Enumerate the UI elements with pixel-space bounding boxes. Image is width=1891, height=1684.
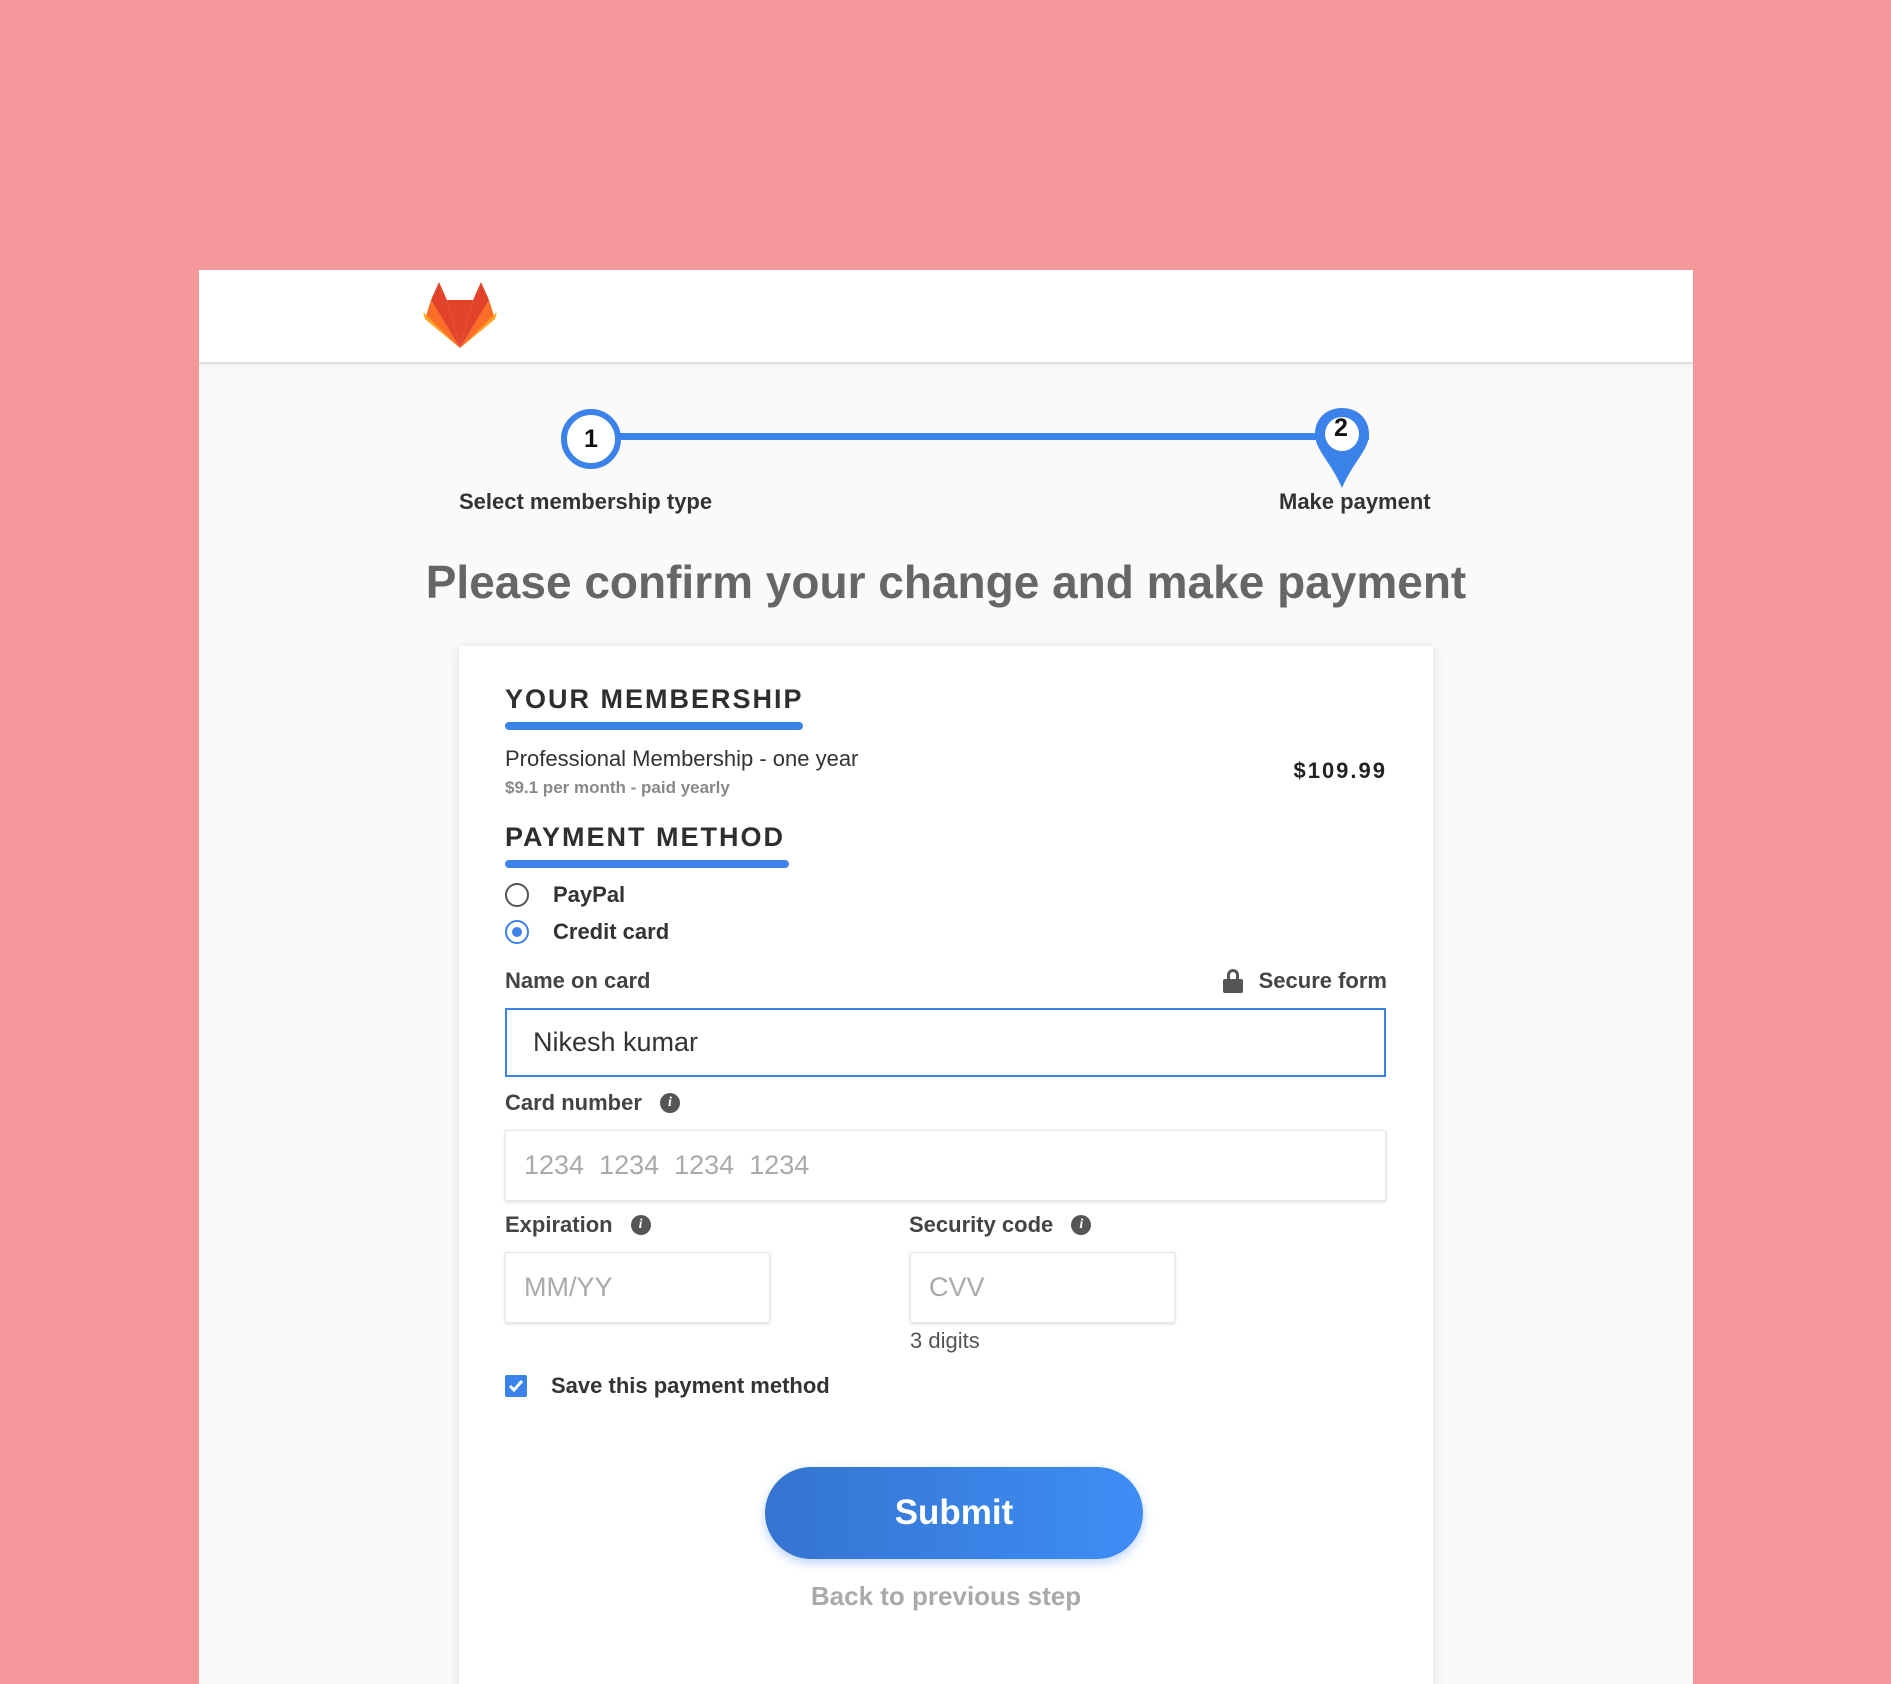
payment-method-heading: PAYMENT METHOD xyxy=(505,822,786,852)
save-payment-method-row[interactable]: Save this payment method xyxy=(505,1373,830,1399)
radio-selected-dot xyxy=(512,927,522,937)
step-1-label: Select membership type xyxy=(459,489,713,514)
expiration-label-text: Expiration xyxy=(505,1212,613,1237)
security-code-label: Security code i xyxy=(909,1212,1092,1238)
secure-form-label: Secure form xyxy=(1258,968,1387,993)
plan-detail: $9.1 per month - paid yearly xyxy=(505,778,730,797)
card-number-label-text: Card number xyxy=(505,1090,642,1115)
name-on-card-label-text: Name on card xyxy=(505,968,651,993)
name-on-card-label: Name on card xyxy=(505,968,651,994)
back-to-previous-step-link[interactable]: Back to previous step xyxy=(459,1581,1433,1612)
security-code-input[interactable] xyxy=(910,1252,1175,1323)
radio-paypal[interactable]: PayPal xyxy=(505,882,625,908)
security-code-hint: 3 digits xyxy=(910,1328,980,1353)
name-on-card-input[interactable] xyxy=(505,1008,1386,1077)
step-2-number: 2 xyxy=(1334,413,1348,442)
header-bar xyxy=(199,270,1693,364)
security-code-info-icon[interactable]: i xyxy=(1071,1215,1092,1235)
save-payment-label: Save this payment method xyxy=(551,1373,830,1398)
plan-name: Professional Membership - one year xyxy=(505,746,859,771)
radio-paypal-button[interactable] xyxy=(505,883,529,907)
radio-credit-card[interactable]: Credit card xyxy=(505,919,669,945)
expiration-input[interactable] xyxy=(505,1252,770,1323)
payment-method-heading-underline xyxy=(505,860,789,868)
gitlab-logo[interactable] xyxy=(423,282,497,348)
lock-icon xyxy=(1222,969,1243,993)
step-1-indicator[interactable]: 1 xyxy=(561,409,621,469)
card-number-info-icon[interactable]: i xyxy=(659,1093,680,1113)
expiration-label: Expiration i xyxy=(505,1212,651,1238)
page-title: Please confirm your change and make paym… xyxy=(425,556,1467,608)
radio-credit-card-button[interactable] xyxy=(505,920,529,944)
checkmark-icon xyxy=(508,1380,524,1393)
app-window: 1 2 Select membership type Make payment … xyxy=(199,270,1693,1684)
plan-price: $109.99 xyxy=(1293,758,1387,783)
expiration-info-icon[interactable]: i xyxy=(630,1215,651,1235)
membership-heading-underline xyxy=(505,722,803,730)
payment-card: YOUR MEMBERSHIP Professional Membership … xyxy=(459,646,1433,1684)
secure-form-indicator: Secure form xyxy=(1222,968,1387,994)
card-number-input[interactable] xyxy=(505,1130,1386,1201)
radio-paypal-label: PayPal xyxy=(553,882,626,907)
submit-button[interactable]: Submit xyxy=(765,1467,1143,1559)
card-number-label: Card number i xyxy=(505,1090,680,1116)
save-payment-checkbox[interactable] xyxy=(505,1375,527,1397)
membership-heading: YOUR MEMBERSHIP xyxy=(505,684,804,714)
step-2-label: Make payment xyxy=(1279,489,1431,514)
radio-credit-card-label: Credit card xyxy=(553,919,670,944)
security-code-label-text: Security code xyxy=(909,1212,1054,1237)
stepper-progress-line xyxy=(611,433,1369,440)
